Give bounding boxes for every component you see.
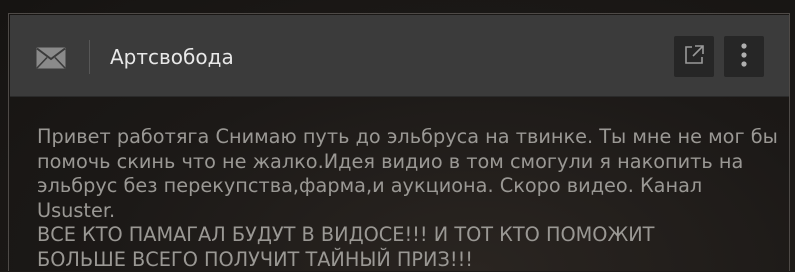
sender-title: Артсвобода xyxy=(110,45,234,69)
more-options-button[interactable] xyxy=(724,36,764,77)
external-link-icon xyxy=(682,43,706,71)
header-divider xyxy=(89,40,90,74)
message-body: Привет работяга Снимаю путь до эльбруса … xyxy=(37,125,778,271)
envelope-icon xyxy=(36,47,66,69)
open-external-button[interactable] xyxy=(674,36,714,77)
mail-window: Артсвобода Привет работяга Снимаю путь д… xyxy=(0,0,795,271)
vertical-dots-icon xyxy=(740,42,748,72)
